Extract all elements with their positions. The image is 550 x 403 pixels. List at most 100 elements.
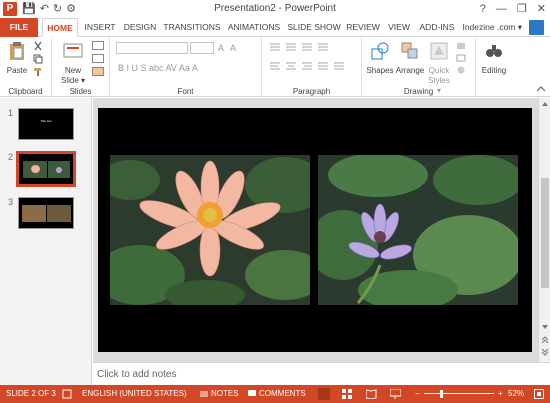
- tab-design[interactable]: DESIGN: [122, 18, 158, 37]
- drawing-group: Shapes Arrange Quick Styles ▾ Drawing: [362, 37, 476, 97]
- zoom-level[interactable]: 52%: [508, 385, 524, 403]
- pink-lotus-photo: [110, 155, 310, 305]
- zoom-in-icon[interactable]: +: [498, 385, 503, 403]
- layout-icon[interactable]: [92, 41, 104, 50]
- shapes-icon: [371, 42, 389, 60]
- slide-thumbnail-1[interactable]: Title text: [18, 108, 74, 140]
- notes-toggle[interactable]: NOTES: [211, 385, 239, 403]
- scroll-down-icon[interactable]: [541, 324, 549, 330]
- tab-file[interactable]: FILE: [0, 18, 38, 37]
- clipboard-group: Paste Clipboard: [0, 37, 52, 97]
- scrollbar-thumb[interactable]: [541, 178, 549, 288]
- font-name-combo[interactable]: [116, 42, 188, 54]
- font-group: AA B I U S abc AV Aa A Font: [110, 37, 262, 97]
- drawing-group-label: Drawing: [403, 87, 434, 96]
- tab-slide-show[interactable]: SLIDE SHOW: [286, 18, 342, 37]
- spelling-check-icon[interactable]: [62, 389, 72, 399]
- editing-button[interactable]: Editing: [480, 41, 508, 76]
- lotus-pink-image[interactable]: [110, 155, 310, 305]
- section-icon[interactable]: [92, 67, 104, 76]
- font-size-buttons: AA: [218, 42, 236, 54]
- thumbnail-number: 2: [8, 152, 14, 162]
- restore-button[interactable]: ❐: [517, 1, 527, 17]
- thumbnail-number: 3: [8, 197, 14, 207]
- help-icon[interactable]: ?: [480, 1, 486, 17]
- thumbnail-number: 1: [8, 108, 14, 118]
- tab-home[interactable]: HOME: [42, 18, 78, 37]
- slide-thumbnail-2[interactable]: [16, 151, 76, 187]
- slide-thumbnail-3[interactable]: [18, 197, 74, 229]
- thumbnail-image: [22, 205, 46, 222]
- status-bar: SLIDE 2 OF 3 ENGLISH (UNITED STATES) NOT…: [0, 385, 550, 403]
- tab-view[interactable]: VIEW: [385, 18, 413, 37]
- slide-sorter-icon[interactable]: [342, 389, 353, 399]
- thumbnail-title: Title text: [40, 119, 52, 123]
- next-slide-icon[interactable]: [541, 348, 549, 356]
- avatar[interactable]: [529, 20, 544, 35]
- arrange-icon: [401, 42, 418, 59]
- ribbon-tabs: FILE HOME INSERT DESIGN TRANSITIONS ANIM…: [0, 18, 550, 37]
- fit-to-window-icon[interactable]: [534, 389, 544, 399]
- ribbon: Paste Clipboard New Slide ▾ Slides AA B …: [0, 37, 550, 97]
- window-controls: ? — ❐ ✕: [480, 1, 546, 17]
- font-group-label: Font: [177, 87, 194, 96]
- paragraph-group-label: Paragraph: [292, 87, 331, 96]
- format-painter-icon[interactable]: [33, 67, 43, 77]
- notes-icon[interactable]: [200, 390, 208, 398]
- notes-pane[interactable]: Click to add notes: [93, 362, 550, 385]
- paste-button[interactable]: Paste: [4, 41, 30, 76]
- tab-review[interactable]: REVIEW: [345, 18, 381, 37]
- quick-styles-icon: [430, 42, 448, 60]
- reset-icon[interactable]: [92, 54, 104, 63]
- purple-lotus-photo: [318, 155, 518, 305]
- font-size-combo[interactable]: [190, 42, 214, 54]
- shape-fill-outline-effects-icon[interactable]: [456, 41, 470, 77]
- title-bar: P 💾 ↶ ↻ ⚙ Presentation2 - PowerPoint ? —…: [0, 0, 550, 18]
- vertical-scrollbar[interactable]: [538, 98, 550, 362]
- slide-editing-area: [93, 98, 538, 362]
- paragraph-controls-icon[interactable]: [268, 41, 356, 77]
- language-status[interactable]: ENGLISH (UNITED STATES): [82, 385, 187, 403]
- previous-slide-icon[interactable]: [541, 336, 549, 344]
- new-slide-icon: [63, 43, 83, 58]
- shrink-font-icon[interactable]: A: [230, 42, 236, 54]
- slide-show-icon[interactable]: [390, 389, 401, 399]
- notes-placeholder[interactable]: Click to add notes: [97, 369, 177, 380]
- clipboard-icon: [10, 42, 24, 60]
- zoom-out-icon[interactable]: −: [415, 385, 420, 403]
- tab-add-ins[interactable]: ADD-INS: [417, 18, 457, 37]
- lotus-purple-image[interactable]: [318, 155, 518, 305]
- close-button[interactable]: ✕: [537, 1, 546, 17]
- comments-icon[interactable]: [248, 390, 256, 398]
- collapse-ribbon-icon[interactable]: [536, 85, 546, 93]
- cut-icon[interactable]: [33, 41, 43, 51]
- clipboard-group-label: Clipboard: [8, 87, 43, 96]
- current-slide[interactable]: [98, 108, 532, 352]
- tab-animations[interactable]: ANIMATIONS: [226, 18, 282, 37]
- zoom-slider-thumb[interactable]: [440, 390, 444, 398]
- minimize-button[interactable]: —: [496, 1, 507, 17]
- arrange-button[interactable]: Arrange: [394, 41, 426, 76]
- slide-counter: SLIDE 2 OF 3: [6, 389, 56, 398]
- thumbnail-image: [48, 161, 70, 178]
- tab-transitions[interactable]: TRANSITIONS: [162, 18, 222, 37]
- scroll-up-icon[interactable]: [541, 101, 549, 107]
- tab-insert[interactable]: INSERT: [82, 18, 118, 37]
- slides-group: New Slide ▾ Slides: [52, 37, 110, 97]
- grow-font-icon[interactable]: A: [218, 42, 224, 54]
- editing-group: Editing: [476, 37, 512, 97]
- font-format-row[interactable]: B I U S abc AV Aa A: [118, 62, 198, 74]
- thumbnail-image: [47, 205, 71, 222]
- user-account[interactable]: Indezine .com ▾: [462, 18, 522, 37]
- window-title: Presentation2 - PowerPoint: [214, 3, 336, 14]
- shapes-button[interactable]: Shapes: [366, 41, 394, 76]
- zoom-slider[interactable]: [424, 393, 494, 394]
- reading-view-icon[interactable]: [366, 389, 377, 399]
- new-slide-button[interactable]: New Slide ▾: [58, 41, 88, 86]
- slides-group-label: Slides: [69, 87, 92, 96]
- thumbnail-image: [23, 161, 47, 178]
- copy-icon[interactable]: [33, 54, 43, 64]
- binoculars-icon: [486, 45, 502, 57]
- normal-view-button[interactable]: [318, 388, 330, 400]
- comments-toggle[interactable]: COMMENTS: [259, 385, 306, 403]
